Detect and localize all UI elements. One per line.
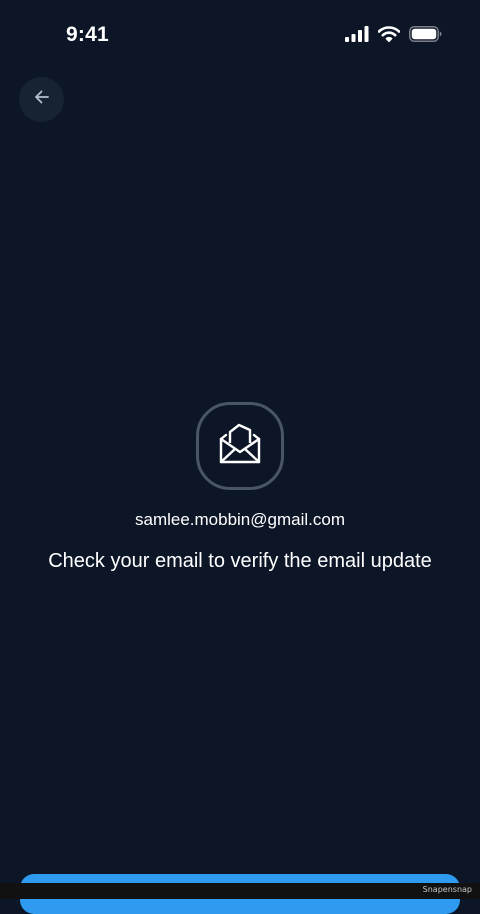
screen: 9:41 samlee.mobbin@gmail.com Check your … [0, 0, 480, 914]
cellular-signal-icon [345, 26, 369, 42]
open-envelope-icon [218, 422, 262, 471]
email-badge [196, 402, 284, 490]
status-icons [345, 26, 442, 42]
wifi-icon [378, 26, 400, 42]
email-address: samlee.mobbin@gmail.com [134, 510, 345, 529]
verification-message: Check your email to verify the email upd… [48, 550, 432, 572]
battery-icon [409, 26, 442, 42]
back-button[interactable] [19, 77, 64, 122]
arrow-left-icon [32, 87, 52, 112]
status-time: 9:41 [66, 23, 109, 46]
status-bar: 9:41 [0, 0, 480, 72]
footer-strip [0, 883, 480, 899]
watermark: Snapensnap [422, 885, 472, 894]
